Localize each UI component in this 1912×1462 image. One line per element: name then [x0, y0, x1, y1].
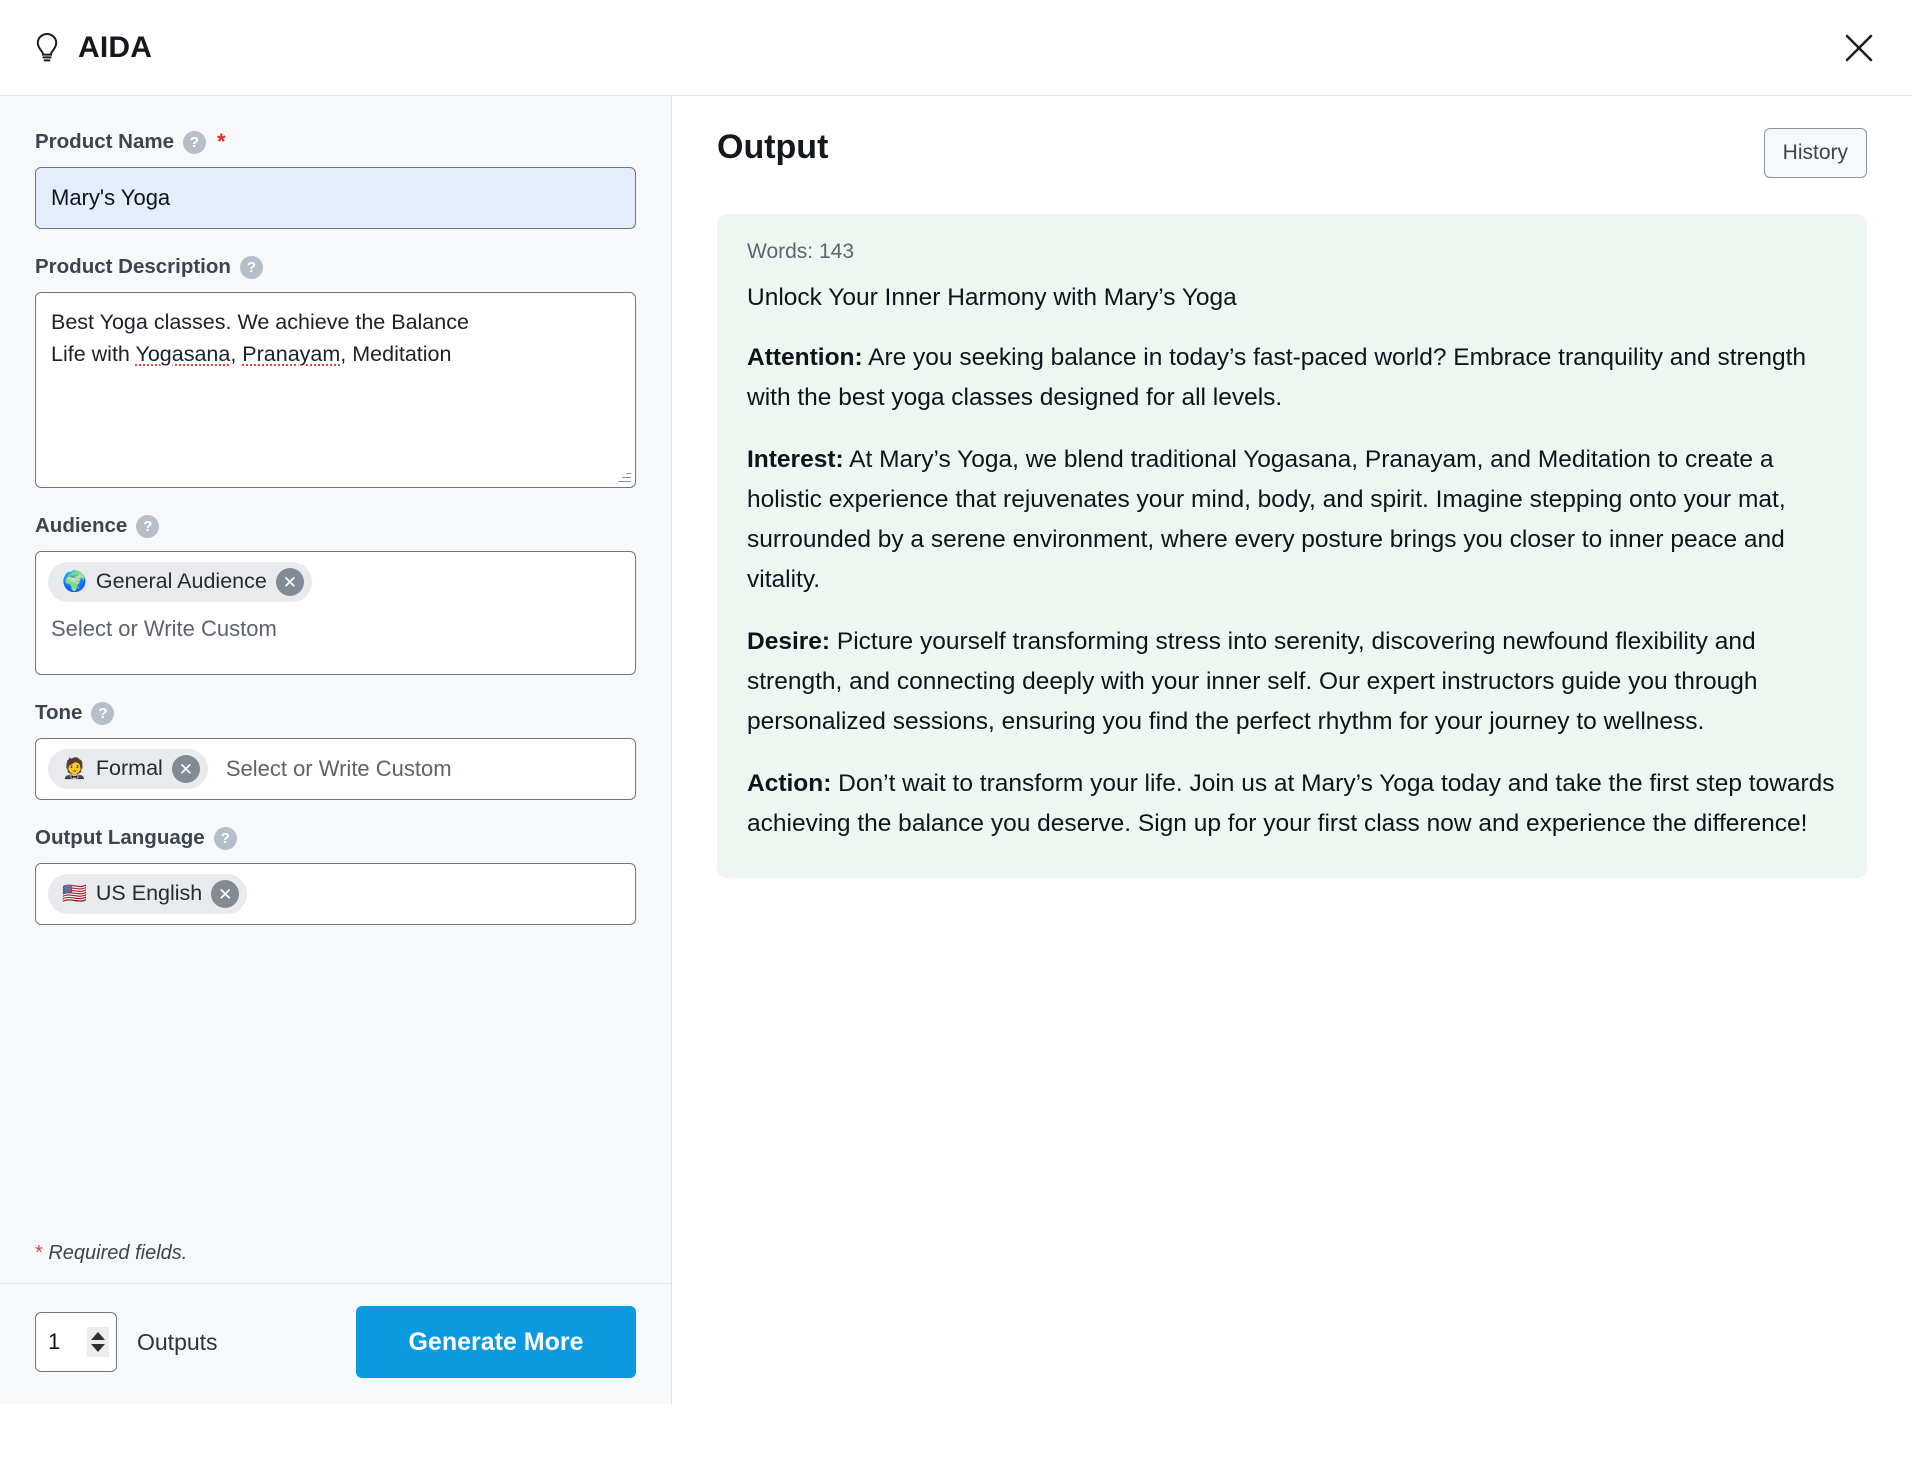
product-description-label-row: Product Description ? [35, 255, 636, 279]
description-line-1: Best Yoga classes. We achieve the Balanc… [51, 310, 469, 334]
output-language-select[interactable]: 🇺🇸 US English ✕ [35, 863, 636, 925]
textarea-resize-handle[interactable] [617, 469, 632, 484]
paragraph-text: Don’t wait to transform your life. Join … [747, 770, 1835, 837]
audience-chip: 🌍 General Audience ✕ [48, 562, 312, 602]
description-line-2-prefix: Life with [51, 342, 136, 366]
tone-select[interactable]: 🤵 Formal ✕ Select or Write Custom [35, 738, 636, 800]
remove-chip-icon[interactable]: ✕ [171, 755, 200, 783]
field-product-name: Product Name ? * [35, 130, 636, 229]
help-icon[interactable]: ? [213, 826, 237, 850]
form-footer: Outputs Generate More [0, 1283, 671, 1404]
misspelled-word-pranayam: Pranayam [242, 342, 341, 366]
remove-chip-icon[interactable]: ✕ [275, 568, 304, 596]
paragraph-lead: Desire: [747, 628, 831, 655]
output-paragraph-action: Action: Don’t wait to transform your lif… [747, 764, 1837, 844]
generate-more-button[interactable]: Generate More [356, 1306, 636, 1378]
field-output-language: Output Language ? 🇺🇸 US English ✕ [35, 826, 636, 925]
product-name-label-row: Product Name ? * [35, 130, 636, 154]
paragraph-lead: Attention: [747, 344, 863, 371]
tone-placeholder[interactable]: Select or Write Custom [218, 756, 452, 782]
audience-select[interactable]: 🌍 General Audience ✕ Select or Write Cus… [35, 551, 636, 675]
field-audience: Audience ? 🌍 General Audience ✕ Select o… [35, 514, 636, 675]
help-icon[interactable]: ? [136, 514, 160, 538]
output-language-label: Output Language [35, 826, 205, 849]
outputs-label: Outputs [137, 1328, 218, 1355]
app-title: AIDA [78, 30, 153, 64]
tone-chip-label: Formal [95, 756, 163, 781]
globe-icon: 🌍 [62, 571, 87, 593]
required-asterisk: * [216, 129, 226, 154]
product-name-label: Product Name [35, 130, 174, 153]
close-button[interactable] [1832, 21, 1886, 75]
output-title: Output [717, 128, 829, 166]
output-card: Words: 143 Unlock Your Inner Harmony wit… [717, 214, 1867, 878]
close-icon [1845, 34, 1873, 61]
field-tone: Tone ? 🤵 Formal ✕ Select or Write Custom [35, 701, 636, 800]
description-line-2-mid: , [230, 342, 243, 366]
output-paragraph-desire: Desire: Picture yourself transforming st… [747, 622, 1837, 742]
help-icon[interactable]: ? [239, 255, 263, 279]
output-header: Output History [717, 128, 1867, 178]
required-note-asterisk: * [35, 1242, 43, 1264]
tone-chip: 🤵 Formal ✕ [48, 749, 208, 789]
form-panel: Product Name ? * Product Description ? B… [0, 96, 672, 1404]
field-product-description: Product Description ? Best Yoga classes.… [35, 255, 636, 488]
paragraph-lead: Interest: [747, 446, 844, 473]
audience-label-row: Audience ? [35, 514, 636, 538]
product-description-label: Product Description [35, 255, 231, 278]
remove-chip-icon[interactable]: ✕ [211, 880, 240, 908]
word-count: Words: 143 [747, 240, 854, 263]
output-heading: Unlock Your Inner Harmony with Mary’s Yo… [747, 284, 1237, 311]
stepper-up-icon[interactable] [91, 1332, 105, 1340]
audience-label: Audience [35, 514, 128, 537]
output-language-chip-label: US English [95, 881, 203, 906]
product-name-input[interactable] [35, 167, 636, 229]
output-language-chip: 🇺🇸 US English ✕ [48, 874, 248, 914]
paragraph-lead: Action: [747, 770, 832, 797]
us-flag-icon: 🇺🇸 [62, 883, 87, 905]
aida-dialog: AIDA Product Name ? * Mary's Yoga Produc… [0, 0, 1912, 1462]
misspelled-word-yogasana: Yogasana [135, 342, 231, 366]
help-icon[interactable]: ? [182, 130, 206, 154]
output-paragraph-attention: Attention: Are you seeking balance in to… [747, 338, 1837, 418]
paragraph-text: Picture yourself transforming stress int… [747, 628, 1758, 735]
paragraph-text: At Mary’s Yoga, we blend traditional Yog… [747, 446, 1786, 593]
brand: AIDA [30, 30, 152, 66]
form-fields: Product Name ? * Product Description ? B… [0, 96, 671, 1232]
history-button[interactable]: History [1763, 128, 1867, 178]
tone-label: Tone [35, 701, 83, 724]
tone-label-row: Tone ? [35, 701, 636, 725]
required-fields-note: * Required fields. [0, 1232, 671, 1283]
required-note-text: Required fields. [42, 1242, 188, 1264]
stepper-arrows[interactable] [87, 1327, 109, 1357]
product-description-textarea[interactable]: Best Yoga classes. We achieve the Balanc… [35, 292, 636, 488]
dialog-body: Product Name ? * Product Description ? B… [0, 96, 1912, 1461]
dialog-header: AIDA [0, 0, 1912, 96]
output-language-label-row: Output Language ? [35, 826, 636, 850]
outputs-stepper[interactable] [35, 1312, 117, 1372]
audience-placeholder[interactable]: Select or Write Custom [48, 608, 623, 646]
lightbulb-icon [30, 30, 64, 66]
help-icon[interactable]: ? [91, 701, 115, 725]
paragraph-text: Are you seeking balance in today’s fast-… [747, 344, 1807, 411]
description-line-2-suffix: , Meditation [340, 342, 452, 366]
output-paragraph-interest: Interest: At Mary’s Yoga, we blend tradi… [747, 440, 1837, 600]
audience-chip-label: General Audience [95, 569, 267, 594]
person-tuxedo-icon: 🤵 [62, 758, 87, 780]
output-panel: Output History Words: 143 Unlock Your In… [672, 96, 1912, 1461]
stepper-down-icon[interactable] [91, 1344, 105, 1352]
